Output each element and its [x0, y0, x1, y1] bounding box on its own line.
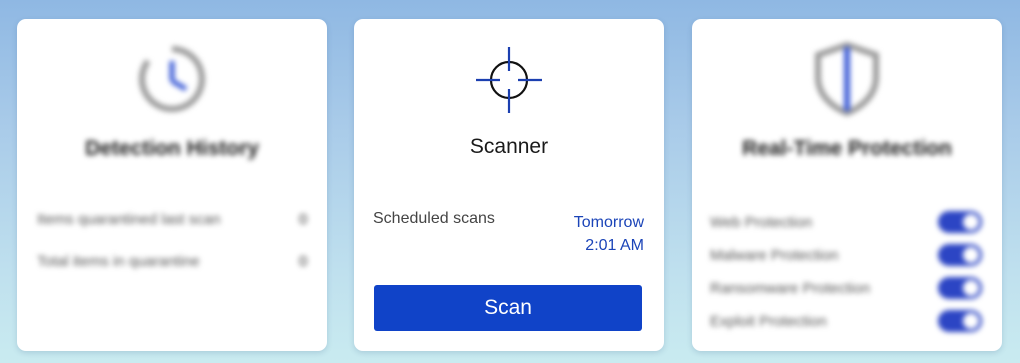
- ransomware-protection-toggle[interactable]: [938, 277, 982, 299]
- malware-protection-label: Malware Protection: [710, 247, 839, 264]
- web-protection-toggle[interactable]: [938, 211, 982, 233]
- toggle-knob: [963, 280, 979, 296]
- scan-button[interactable]: Scan: [374, 285, 642, 331]
- quarantined-last-scan-label: Items quarantined last scan: [37, 211, 221, 228]
- quarantined-last-scan-value: 0: [299, 211, 308, 228]
- total-quarantine-value: 0: [299, 253, 308, 270]
- scheduled-scan-time: 2:01 AM: [585, 237, 644, 254]
- web-protection-label: Web Protection: [710, 214, 813, 231]
- scheduled-scan-day: Tomorrow: [573, 214, 644, 231]
- scanner-title: Scanner: [469, 135, 549, 158]
- clock-history-icon: [134, 41, 210, 122]
- detection-history-card[interactable]: Detection History Items quarantined last…: [17, 19, 327, 351]
- toggle-knob: [963, 214, 979, 230]
- exploit-protection-toggle[interactable]: [938, 310, 982, 332]
- total-quarantine-label: Total items in quarantine: [37, 253, 200, 270]
- detection-history-title: Detection History: [85, 137, 259, 160]
- realtime-protection-title: Real-Time Protection: [742, 137, 952, 160]
- ransomware-protection-label: Ransomware Protection: [710, 280, 871, 297]
- scheduled-scan-time-link[interactable]: Tomorrow 2:01 AM: [574, 211, 644, 257]
- shield-icon: [812, 41, 882, 122]
- scheduled-scans-label: Scheduled scans: [373, 210, 495, 227]
- realtime-protection-card[interactable]: Real-Time Protection Web Protection Malw…: [692, 19, 1002, 351]
- toggle-knob: [963, 247, 979, 263]
- exploit-protection-label: Exploit Protection: [710, 313, 827, 330]
- malware-protection-toggle[interactable]: [938, 244, 982, 266]
- scanner-card[interactable]: Scanner Scheduled scans Tomorrow 2:01 AM…: [354, 19, 664, 351]
- toggle-knob: [963, 313, 979, 329]
- crosshair-icon: [474, 45, 544, 120]
